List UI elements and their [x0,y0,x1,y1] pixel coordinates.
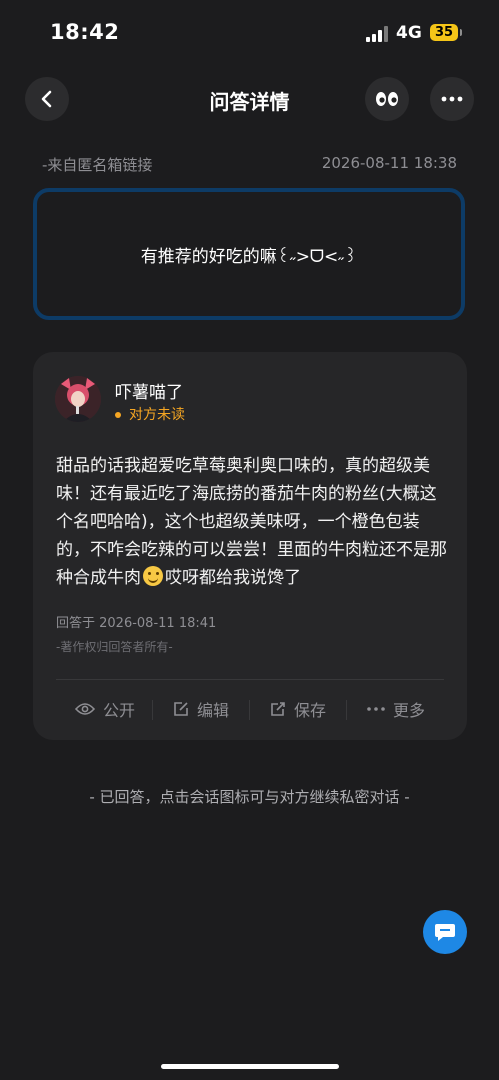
edit-button[interactable]: 编辑 [173,696,229,722]
answer-card: 吓薯喵了 对方未读 甜品的话我超爱吃草莓奥利奥口味的，真的超级美味！还有最近吃了… [33,352,467,740]
nav-bar: 问答详情 [0,66,499,132]
question-source: -来自匿名箱链接 [42,156,153,174]
share-save-icon [271,702,285,716]
public-button[interactable]: 公开 [75,696,135,722]
status-dot-icon [115,412,121,418]
answer-text-part2: 哎呀都给我说馋了 [165,568,301,588]
chat-button[interactable] [423,910,467,954]
separator [249,700,250,720]
avatar-image [55,376,101,422]
public-label: 公开 [103,701,136,720]
edit-label: 编辑 [197,701,230,720]
more-label: 更多 [393,701,426,720]
avatar[interactable] [55,376,101,422]
more-dots-icon [367,707,385,711]
save-button[interactable]: 保存 [270,696,326,722]
battery-level: 35 [434,25,454,40]
copyright-note: -著作权归回答者所有- [56,640,173,654]
save-label: 保存 [294,701,327,720]
page-title: 问答详情 [209,90,290,114]
more-button[interactable] [430,77,474,121]
divider [56,679,444,680]
more-dots-icon [441,96,463,102]
more-actions-button[interactable]: 更多 [367,696,425,722]
separator [152,700,153,720]
battery-icon: 35 [430,24,462,41]
action-row: 公开 编辑 保存 更多 [33,696,467,722]
network-label: 4G [396,23,422,43]
answered-at: 回答于 2026-08-11 18:41 [56,616,217,631]
chat-bubble-icon [435,924,455,941]
read-status: 对方未读 [115,404,185,424]
separator [346,700,347,720]
eye-icon [75,703,95,715]
question-datetime: 2026-08-11 18:38 [321,154,457,172]
question-text: 有推荐的好吃的嘛꒰˶>ᗜ<˶꒱ [140,246,358,267]
home-indicator [161,1064,339,1069]
eyes-icon [376,92,398,106]
answerer-name: 吓薯喵了 [115,383,183,403]
footer-note: - 已回答，点击会话图标可与对方继续私密对话 - [89,788,410,806]
edit-icon [174,702,188,716]
status-bar: 18:42 4G 35 [0,0,499,66]
read-status-label: 对方未读 [129,407,185,423]
signal-icon [366,26,390,42]
eyes-button[interactable] [365,77,409,121]
status-time: 18:42 [50,20,120,44]
yum-emoji-icon [143,566,163,586]
question-meta: -来自匿名箱链接 2026-08-11 18:38 [42,154,457,176]
answer-text: 甜品的话我超爱吃草莓奥利奥口味的，真的超级美味！还有最近吃了海底捞的番茄牛肉的粉… [56,452,448,592]
question-card: 有推荐的好吃的嘛꒰˶>ᗜ<˶꒱ [33,188,465,320]
